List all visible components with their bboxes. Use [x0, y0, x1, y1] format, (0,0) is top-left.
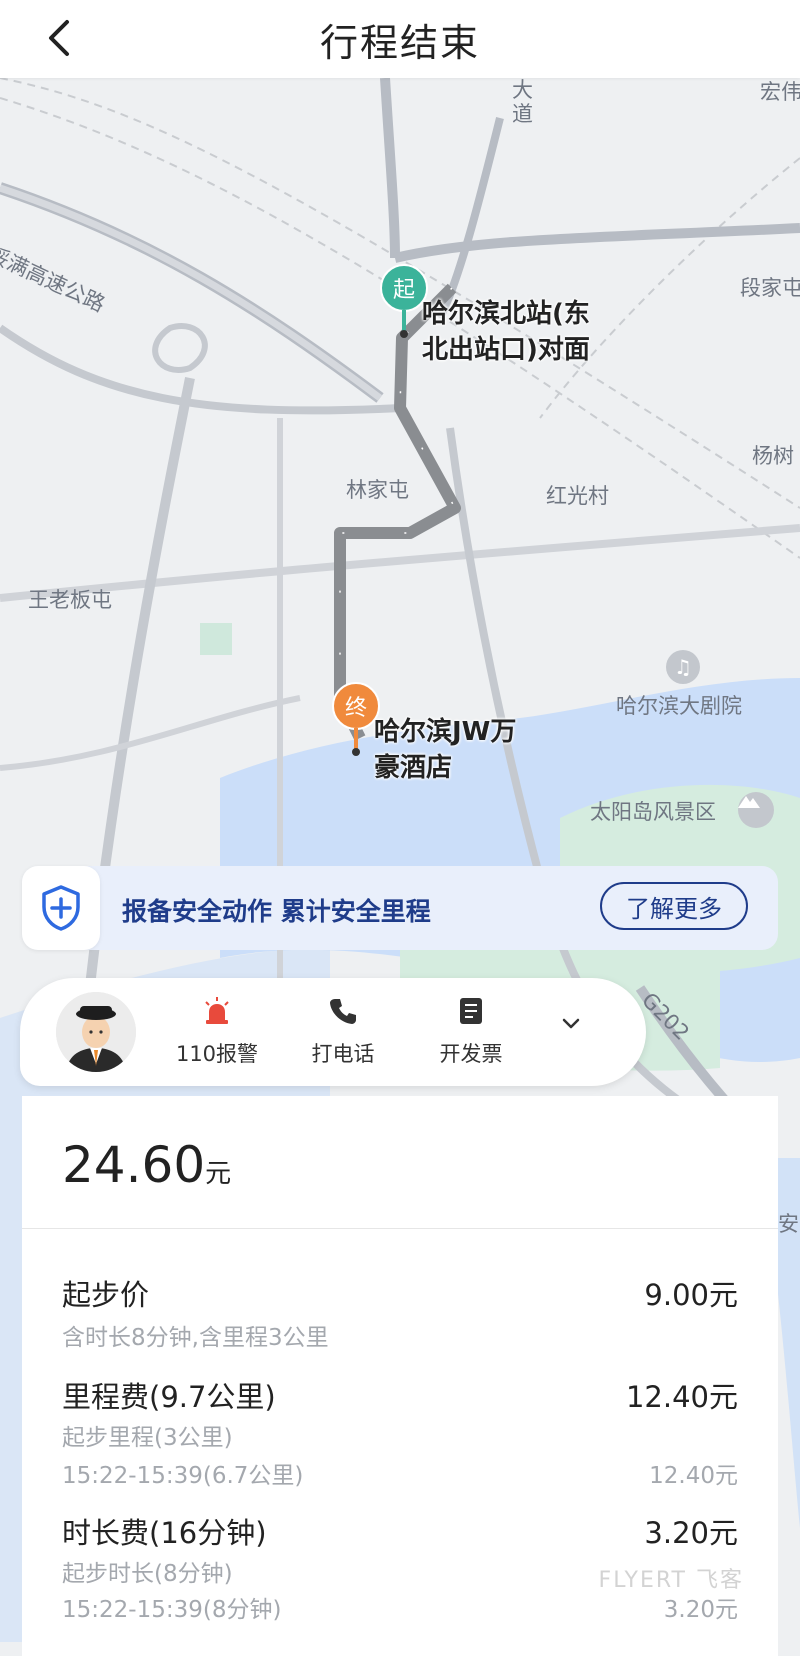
fare-row-value: 3.20元	[644, 1516, 738, 1550]
start-marker-pin	[402, 310, 406, 332]
fare-total: 24.60元	[62, 1136, 231, 1194]
shield-icon	[42, 885, 80, 931]
music-icon: ♫	[666, 650, 700, 684]
phone-icon	[330, 999, 356, 1024]
fare-row-name: 时长费(16分钟)	[62, 1516, 267, 1550]
expand-actions-button[interactable]	[560, 1016, 582, 1035]
map-label-hongwei: 宏伟	[760, 80, 800, 104]
end-marker-pin	[354, 728, 358, 750]
driver-action-bar: 110报警 打电话 开发票	[20, 978, 646, 1086]
call-driver-button[interactable]: 打电话	[288, 996, 398, 1068]
safety-banner-text: 报备安全动作 累计安全里程	[122, 897, 431, 926]
invoice-icon	[460, 998, 482, 1024]
map-label-sunisland: 太阳岛风景区	[590, 800, 716, 824]
fare-row-sub-value: 3.20元	[663, 1597, 738, 1623]
end-name-line1: 哈尔滨JW万	[374, 717, 517, 747]
fare-row-sub: 起步时长(8分钟)	[62, 1561, 233, 1587]
learn-more-button[interactable]: 了解更多	[600, 882, 748, 930]
fare-row-sub: 含时长8分钟,含里程3公里	[62, 1325, 329, 1351]
chevron-left-icon	[49, 20, 69, 56]
end-name-line2: 豪酒店	[374, 753, 453, 783]
chevron-down-icon	[562, 1018, 580, 1029]
map-label-hongguang: 红光村	[546, 484, 609, 508]
fare-total-unit: 元	[205, 1159, 232, 1189]
end-marker-badge: 终	[332, 682, 380, 730]
map-label-theatre: 哈尔滨大剧院	[616, 694, 742, 718]
map-label-linjiatun: 林家屯	[346, 478, 409, 502]
map-label-avenue: 大道	[512, 78, 533, 126]
start-marker-badge: 起	[380, 264, 428, 312]
map-label-yanglin: 杨树	[752, 444, 794, 468]
page-title: 行程结束	[319, 20, 480, 65]
end-marker[interactable]: 终	[332, 682, 380, 762]
invoice-label: 开发票	[439, 1042, 503, 1066]
call-driver-label: 打电话	[311, 1042, 375, 1066]
end-location-name: 哈尔滨JW万 豪酒店	[374, 714, 516, 786]
fare-row-sub: 15:22-15:39(8分钟)	[62, 1597, 282, 1623]
map-label-an: 安	[778, 1212, 799, 1236]
fare-divider	[22, 1228, 778, 1229]
watermark: FLYERT 飞客	[598, 1568, 744, 1593]
start-marker[interactable]: 起	[380, 264, 428, 344]
shield-icon-box	[22, 866, 100, 950]
fare-row-value: 9.00元	[644, 1278, 738, 1312]
alarm-icon	[205, 997, 229, 1024]
start-location-name: 哈尔滨北站(东 北出站口)对面	[422, 296, 590, 368]
map-label-duanjia: 段家屯	[740, 276, 800, 300]
map-label-wanglaoban: 王老板屯	[28, 588, 112, 612]
invoice-button[interactable]: 开发票	[416, 996, 526, 1068]
end-marker-dot	[352, 748, 360, 756]
start-marker-dot	[400, 330, 408, 338]
fare-row-value: 12.40元	[625, 1380, 738, 1414]
driver-avatar[interactable]	[56, 992, 136, 1072]
safety-banner[interactable]: 报备安全动作 累计安全里程 了解更多	[22, 866, 778, 950]
mountain-icon	[738, 792, 774, 828]
back-button[interactable]	[36, 14, 84, 62]
alarm-110-button[interactable]: 110报警	[162, 996, 272, 1068]
fare-row-sub: 起步里程(3公里)	[62, 1425, 233, 1451]
fare-row-name: 起步价	[62, 1278, 150, 1312]
fare-row-sub: 15:22-15:39(6.7公里)	[62, 1463, 304, 1489]
driver-avatar-icon	[56, 992, 136, 1072]
alarm-110-label: 110报警	[175, 1042, 259, 1066]
fare-total-amount: 24.60	[62, 1136, 206, 1194]
top-nav-bar: 行程结束	[0, 0, 800, 78]
start-name-line2: 北出站口)对面	[422, 335, 590, 365]
fare-row-name: 里程费(9.7公里)	[62, 1380, 276, 1414]
start-name-line1: 哈尔滨北站(东	[422, 299, 590, 329]
fare-row-sub-value: 12.40元	[649, 1463, 738, 1489]
